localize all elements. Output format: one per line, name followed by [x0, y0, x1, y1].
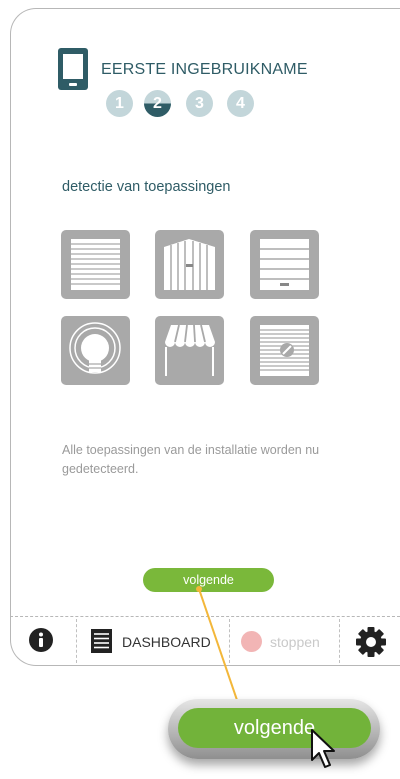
mouse-cursor-icon: [311, 729, 335, 768]
callout-next-button[interactable]: volgende: [178, 708, 371, 748]
callout-pointer-line: [196, 586, 239, 704]
